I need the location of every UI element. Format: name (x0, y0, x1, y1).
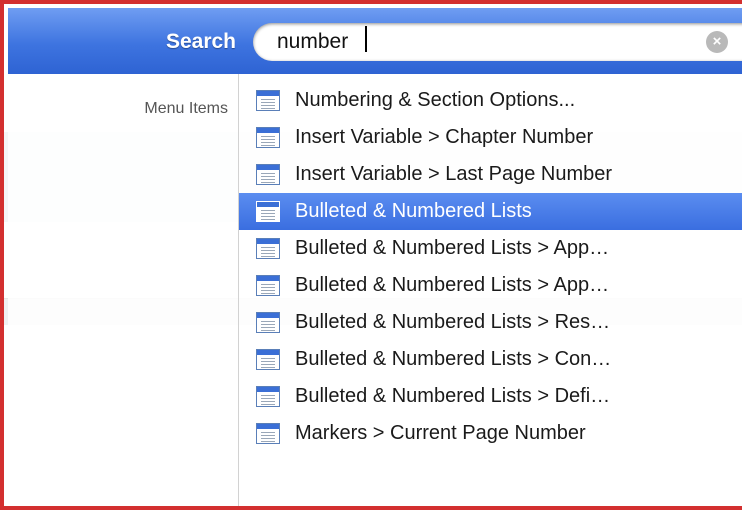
result-item-label: Markers > Current Page Number (295, 422, 586, 444)
result-item[interactable]: Markers > Current Page Number (239, 415, 742, 452)
search-input[interactable] (277, 27, 697, 57)
result-item-label: Insert Variable > Last Page Number (295, 163, 613, 185)
menu-item-icon (256, 90, 280, 111)
result-item[interactable]: Bulleted & Numbered Lists > App… (239, 230, 742, 267)
menu-item-icon (256, 312, 280, 333)
search-field[interactable] (253, 23, 742, 61)
menu-item-icon (256, 238, 280, 259)
result-item[interactable]: Bulleted & Numbered Lists > Con… (239, 341, 742, 378)
menu-item-icon (256, 201, 280, 222)
menu-item-icon (256, 423, 280, 444)
menu-item-icon (256, 127, 280, 148)
result-item-label: Insert Variable > Chapter Number (295, 126, 594, 148)
result-item[interactable]: Bulleted & Numbered Lists > Defi… (239, 378, 742, 415)
search-bar: Search (8, 8, 742, 74)
clear-circle-icon[interactable]: × (706, 31, 728, 53)
result-item[interactable]: Bulleted & Numbered Lists (239, 193, 742, 230)
category-label-menu-items: Menu Items (144, 100, 228, 117)
result-item[interactable]: Numbering & Section Options... (239, 82, 742, 119)
search-label: Search (165, 30, 236, 53)
search-results: Menu Items Numbering & Section Options..… (8, 74, 742, 506)
category-column: Menu Items (8, 74, 238, 506)
result-item[interactable]: Bulleted & Numbered Lists > App… (239, 267, 742, 304)
menu-item-icon (256, 349, 280, 370)
result-item[interactable]: Insert Variable > Chapter Number (239, 119, 742, 156)
result-item[interactable]: Insert Variable > Last Page Number (239, 156, 742, 193)
result-item-label: Bulleted & Numbered Lists > Defi… (295, 385, 611, 407)
menu-item-icon (256, 164, 280, 185)
result-item-label: Numbering & Section Options... (295, 89, 576, 111)
result-item-label: Bulleted & Numbered Lists > App… (295, 274, 610, 296)
menu-item-icon (256, 275, 280, 296)
result-item-label: Bulleted & Numbered Lists > Con… (295, 348, 612, 370)
result-item-label: Bulleted & Numbered Lists > Res… (295, 311, 611, 333)
result-item-label: Bulleted & Numbered Lists > App… (295, 237, 610, 259)
text-caret (365, 26, 367, 52)
result-item[interactable]: Bulleted & Numbered Lists > Res… (239, 304, 742, 341)
menu-item-icon (256, 386, 280, 407)
result-list: Numbering & Section Options... Insert Var… (239, 74, 742, 506)
screenshot-frame: Search × Menu Items Numbering & Section … (0, 0, 742, 510)
result-item-label: Bulleted & Numbered Lists (295, 200, 532, 222)
